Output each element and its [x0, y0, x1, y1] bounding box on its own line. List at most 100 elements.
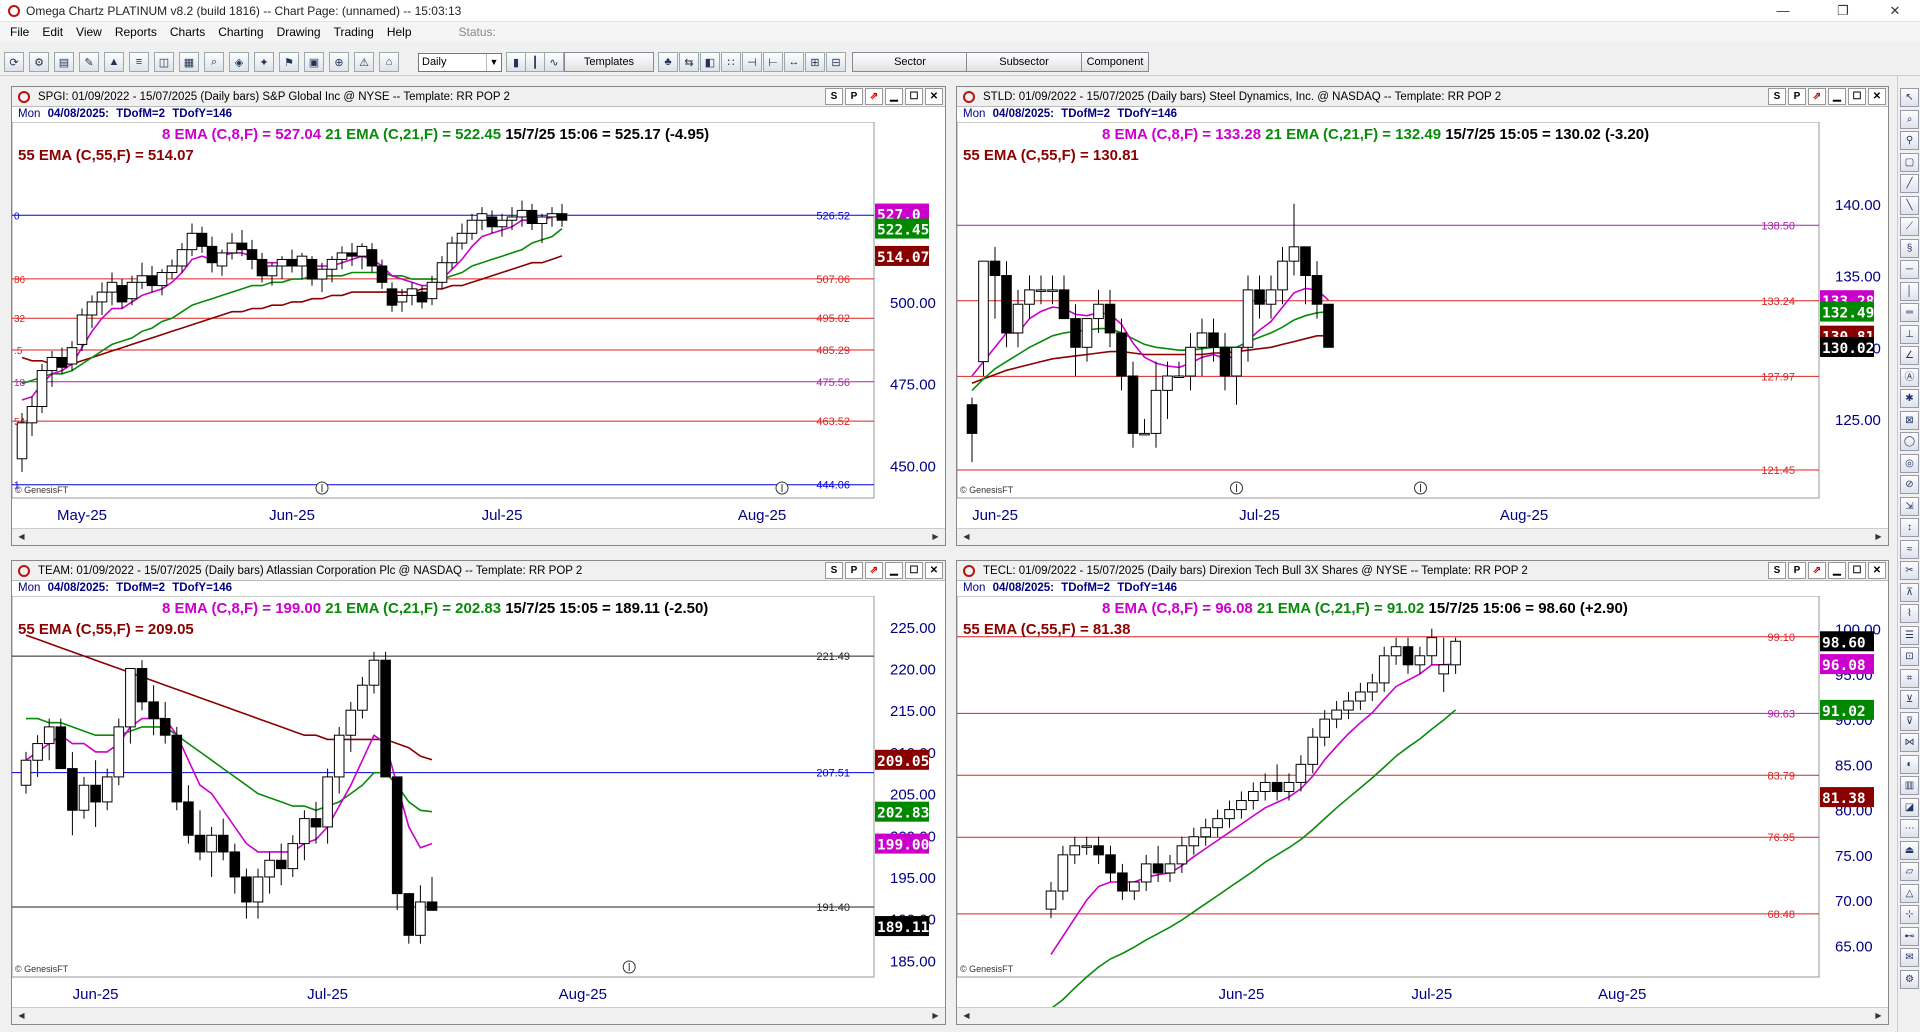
panel-minimize-button[interactable]: ▁	[1828, 562, 1846, 579]
scroll-right-icon[interactable]: ▶	[928, 530, 943, 544]
scan-icon[interactable]: ♣	[658, 52, 678, 72]
tile-icon[interactable]: ⊞	[805, 52, 825, 72]
scroll-right-icon[interactable]: ▶	[928, 1009, 943, 1023]
horizontal-line-icon[interactable]: ─	[1900, 260, 1919, 279]
wave-icon[interactable]: ≈	[1900, 539, 1919, 559]
parallelogram-icon[interactable]: ▱	[1900, 862, 1919, 881]
scroll-left-icon[interactable]: ◀	[959, 1009, 974, 1023]
bowtie-icon[interactable]: ⋈	[1900, 733, 1919, 752]
channel-icon[interactable]: ═	[1900, 303, 1919, 322]
menu-charts[interactable]: Charts	[170, 25, 205, 39]
bars-icon[interactable]: ▥	[1900, 776, 1919, 795]
search-icon[interactable]: ⌕	[204, 52, 224, 72]
circle-icon[interactable]: ◯	[1900, 432, 1919, 451]
subsector-button[interactable]: Subsector	[966, 52, 1082, 72]
panel-close-button[interactable]: ✕	[925, 88, 943, 105]
ohlc-icon[interactable]: ┃	[525, 52, 545, 72]
popout-icon[interactable]: ⇗	[865, 88, 883, 105]
grid-icon[interactable]: ▦	[179, 52, 199, 72]
levels-icon[interactable]: ☰	[1900, 625, 1919, 645]
dots-icon[interactable]: ∷	[721, 52, 741, 72]
panel-p-button[interactable]: P	[845, 562, 863, 579]
ellipse-icon[interactable]: ◎	[1900, 453, 1919, 473]
split-icon[interactable]: ◧	[700, 52, 720, 72]
panel-s-button[interactable]: S	[825, 562, 843, 579]
panel-maximize-button[interactable]: ☐	[1848, 562, 1866, 579]
panel-close-button[interactable]: ✕	[1868, 562, 1886, 579]
period-select[interactable]: Daily ▼	[418, 53, 502, 72]
chart-up-icon[interactable]: ▲	[104, 52, 124, 72]
line-icon[interactable]: ╲	[1900, 195, 1919, 215]
cross-icon[interactable]: ⊹	[1900, 905, 1919, 924]
angle-icon[interactable]: ∠	[1900, 346, 1919, 365]
line-chart-icon[interactable]: ∿	[544, 52, 564, 72]
fibonacci-icon[interactable]: §	[1900, 238, 1919, 258]
delete-icon[interactable]: ⊠	[1900, 410, 1919, 430]
hash-icon[interactable]: ⌗	[1900, 668, 1919, 688]
chart-plot[interactable]: 99.10 90.63 83.79 76.95 68.48 65.00 70.00 75.00…	[957, 596, 1890, 1007]
chart-plot[interactable]: 526.520507.0686495.0232485.29.5475.56184…	[12, 122, 947, 528]
panel-p-button[interactable]: P	[1788, 562, 1806, 579]
cursor-icon[interactable]: ⊢	[763, 52, 783, 72]
gann-icon[interactable]: ⊥	[1900, 324, 1919, 344]
panel-minimize-button[interactable]: ▁	[885, 88, 903, 105]
menu-view[interactable]: View	[76, 25, 102, 39]
close-button[interactable]: ✕	[1872, 0, 1918, 22]
menu-trading[interactable]: Trading	[334, 25, 374, 39]
triangle-icon[interactable]: ◪	[1900, 797, 1919, 817]
resize-icon[interactable]: ⇲	[1900, 496, 1919, 516]
arc-icon[interactable]: ⊼	[1900, 582, 1919, 602]
settings-icon[interactable]: ⚙	[29, 52, 49, 72]
popout-icon[interactable]: ⇗	[865, 562, 883, 579]
edit-icon[interactable]: ✎	[79, 52, 99, 72]
panel-close-button[interactable]: ✕	[1868, 88, 1886, 105]
more-icon[interactable]: ⋯	[1900, 819, 1919, 838]
menu-edit[interactable]: Edit	[42, 25, 63, 39]
extend-icon[interactable]: ↕	[1900, 518, 1919, 537]
layout-icon[interactable]: ◫	[154, 52, 174, 72]
marker-icon[interactable]: ✱	[1900, 389, 1919, 408]
sector-button[interactable]: Sector	[852, 52, 968, 72]
horizontal-scrollbar[interactable]: ◀ ▶	[12, 528, 945, 545]
scroll-left-icon[interactable]: ◀	[14, 530, 29, 544]
star-icon[interactable]: ✦	[254, 52, 274, 72]
popout-icon[interactable]: ⇗	[1808, 88, 1826, 105]
pitchfork-icon[interactable]: ⊻	[1900, 690, 1919, 709]
cancel-icon[interactable]: ⊘	[1900, 475, 1919, 494]
chart-panel-tecl[interactable]: TECL: 01/09/2022 - 15/07/2025 (Daily bar…	[956, 560, 1889, 1025]
panel-s-button[interactable]: S	[1768, 562, 1786, 579]
cycle-icon[interactable]: ⌇	[1900, 604, 1919, 623]
menu-charting[interactable]: Charting	[218, 25, 263, 39]
list-icon[interactable]: ▤	[54, 52, 74, 72]
box-icon[interactable]: ▣	[304, 52, 324, 72]
refresh-icon[interactable]: ⟳	[4, 52, 24, 72]
swap-icon[interactable]: ⇆	[679, 52, 699, 72]
panel-maximize-button[interactable]: ☐	[905, 562, 923, 579]
scroll-left-icon[interactable]: ◀	[14, 1009, 29, 1023]
crosshair-icon[interactable]: ⊣	[742, 52, 762, 72]
select-icon[interactable]: ⊡	[1900, 647, 1919, 666]
note-icon[interactable]: ✉	[1900, 948, 1919, 967]
scroll-left-icon[interactable]: ◀	[959, 530, 974, 544]
trendline-icon[interactable]: ╱	[1900, 174, 1919, 193]
text-icon[interactable]: Ⓐ	[1900, 367, 1919, 387]
panel-maximize-button[interactable]: ☐	[905, 88, 923, 105]
horizontal-scrollbar[interactable]: ◀ ▶	[957, 528, 1888, 545]
horizontal-scrollbar[interactable]: ◀ ▶	[957, 1007, 1888, 1024]
add-icon[interactable]: ⊕	[329, 52, 349, 72]
bar-chart-icon[interactable]: ▮	[506, 52, 526, 72]
horizontal-scrollbar[interactable]: ◀ ▶	[12, 1007, 945, 1024]
measure-icon[interactable]: ⊷	[1900, 926, 1919, 946]
cut-icon[interactable]: ✂	[1900, 561, 1919, 580]
tool-settings-icon[interactable]: ⚙	[1900, 969, 1919, 989]
scroll-right-icon[interactable]: ▶	[1871, 530, 1886, 544]
chart-panel-spgi[interactable]: SPGI: 01/09/2022 - 15/07/2025 (Daily bar…	[11, 86, 946, 546]
menu-help[interactable]: Help	[387, 25, 412, 39]
panel-s-button[interactable]: S	[1768, 88, 1786, 105]
menu-reports[interactable]: Reports	[115, 25, 157, 39]
chart-panel-stld[interactable]: STLD: 01/09/2022 - 15/07/2025 (Daily bar…	[956, 86, 1889, 546]
rectangle-icon[interactable]: ▢	[1900, 152, 1919, 172]
chart-plot[interactable]: 221.49207.51191.40185.00190.00195.00200.…	[12, 596, 947, 1007]
zoom-horizontal-icon[interactable]: ↔	[784, 52, 804, 72]
minimize-button[interactable]: —	[1760, 0, 1806, 22]
